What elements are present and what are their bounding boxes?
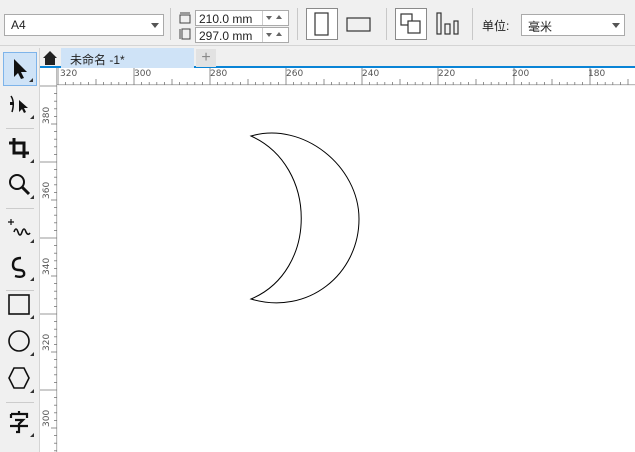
height-spinner[interactable] xyxy=(262,28,288,42)
hruler-label: 220 xyxy=(438,69,456,79)
document-tab[interactable]: 未命名 -1* xyxy=(61,48,194,68)
home-icon xyxy=(43,51,57,65)
toolbox-separator xyxy=(6,208,34,209)
welcome-tab[interactable] xyxy=(40,49,60,67)
vruler-label: 320 xyxy=(42,333,52,351)
text-tool-icon xyxy=(9,411,29,434)
pick-tool[interactable] xyxy=(3,52,37,86)
toolbox xyxy=(0,48,40,452)
page-size-value: A4 xyxy=(11,18,26,32)
current-page-button[interactable] xyxy=(432,8,464,40)
page-width-field[interactable]: 210.0 mm xyxy=(195,10,289,26)
page-height-field[interactable]: 297.0 mm xyxy=(195,27,289,43)
units-value: 毫米 xyxy=(528,20,553,34)
separator xyxy=(297,8,298,40)
toolbox-separator xyxy=(6,128,34,129)
drawing-canvas[interactable] xyxy=(58,86,635,452)
separator xyxy=(386,8,387,40)
page-width-value: 210.0 mm xyxy=(199,12,253,26)
vertical-ruler[interactable]: 380 360 340 320 300 xyxy=(40,68,57,452)
shape-tool[interactable] xyxy=(3,88,37,122)
chevron-down-icon xyxy=(612,23,620,28)
vruler-label: 340 xyxy=(42,257,52,275)
page-height-value: 297.0 mm xyxy=(199,29,253,43)
hruler-label: 200 xyxy=(512,69,530,79)
hruler-label: 260 xyxy=(286,69,304,79)
zoom-tool[interactable] xyxy=(3,168,37,202)
chevron-down-icon xyxy=(151,23,159,28)
hruler-label: 240 xyxy=(362,69,380,79)
polygon-tool-icon xyxy=(8,367,30,389)
portrait-button[interactable] xyxy=(306,8,338,40)
hruler-label: 280 xyxy=(210,69,228,79)
horizontal-ruler[interactable]: 320 300 280 260 240 220 200 180 xyxy=(57,68,635,85)
polygon-tool[interactable] xyxy=(3,362,37,396)
width-spinner[interactable] xyxy=(262,11,288,25)
coreldraw-window: A4 210.0 mm 297.0 mm 单位: 毫米 未命名 -1* + 32… xyxy=(0,0,635,452)
hruler-label: 320 xyxy=(60,69,78,79)
new-tab-button[interactable]: + xyxy=(196,49,216,67)
text-tool[interactable] xyxy=(3,406,37,440)
artistic-media-tool[interactable] xyxy=(3,250,37,284)
artistic-media-icon xyxy=(11,256,26,278)
vruler-label: 380 xyxy=(42,106,52,124)
landscape-button[interactable] xyxy=(343,8,375,40)
vruler-label: 300 xyxy=(42,409,52,427)
all-pages-button[interactable] xyxy=(395,8,427,40)
crop-tool-icon xyxy=(9,138,29,158)
shape-tool-icon xyxy=(10,95,28,113)
canvas-svg xyxy=(249,132,360,304)
freehand-tool[interactable] xyxy=(3,212,37,246)
property-bar: A4 210.0 mm 297.0 mm 单位: 毫米 xyxy=(0,0,635,46)
document-tab-strip: 未命名 -1* + xyxy=(40,48,635,68)
hruler-label: 300 xyxy=(134,69,152,79)
zoom-tool-icon xyxy=(9,174,31,196)
landscape-icon xyxy=(346,17,371,32)
units-label: 单位: xyxy=(482,19,510,33)
toolbox-separator xyxy=(6,402,34,403)
crop-tool[interactable] xyxy=(3,132,37,166)
hruler-label: 180 xyxy=(588,69,606,79)
freehand-tool-icon xyxy=(8,219,31,236)
page-height-icon xyxy=(179,28,191,40)
rectangle-tool-icon xyxy=(8,294,30,315)
crescent-shape[interactable] xyxy=(249,132,360,304)
page-width-icon xyxy=(179,12,191,24)
vruler-label: 360 xyxy=(42,181,52,199)
ellipse-tool[interactable] xyxy=(3,325,37,359)
rectangle-tool[interactable] xyxy=(3,288,37,322)
separator xyxy=(170,8,171,40)
separator xyxy=(472,8,473,40)
units-dropdown[interactable]: 毫米 xyxy=(521,14,625,36)
page-size-dropdown[interactable]: A4 xyxy=(4,14,164,36)
all-pages-icon xyxy=(400,13,421,34)
current-page-icon xyxy=(436,12,459,35)
ellipse-tool-icon xyxy=(8,330,30,352)
portrait-icon xyxy=(314,12,329,36)
document-tab-title: 未命名 -1* xyxy=(70,53,125,67)
